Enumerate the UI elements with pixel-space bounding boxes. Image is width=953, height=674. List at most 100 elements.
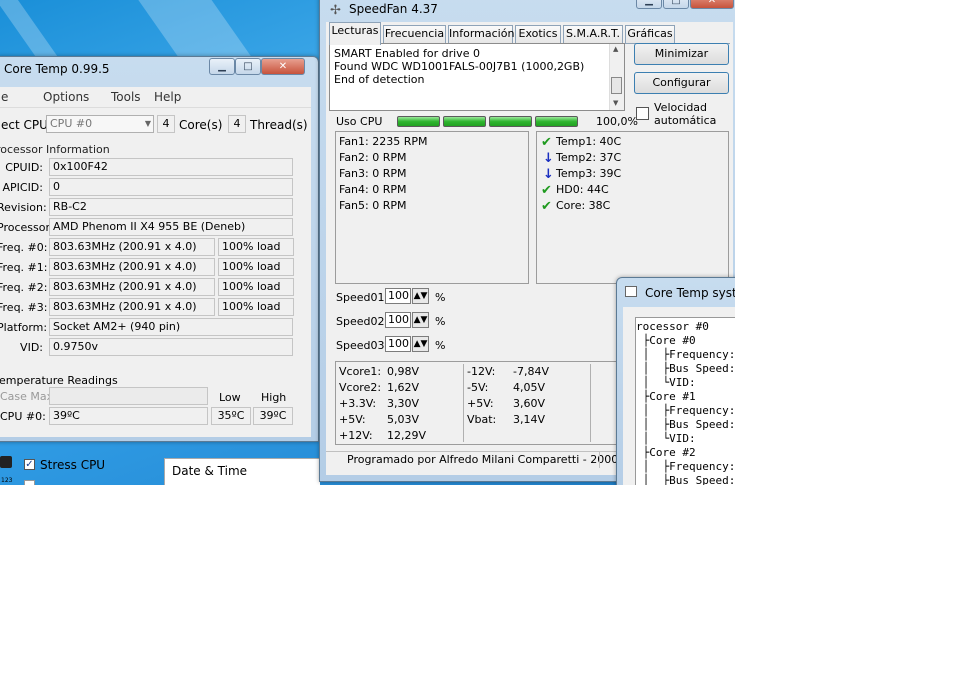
maximize-button[interactable]: □ (663, 0, 689, 9)
log-table: Date & Time (164, 458, 320, 485)
fan-reading: Fan4: 0 RPM (339, 183, 407, 196)
tree-node[interactable]: │ ├Frequency: (636, 348, 736, 361)
coretemp-system-titlebar[interactable]: Core Temp syster (617, 278, 747, 302)
fan-reading: Fan3: 0 RPM (339, 167, 407, 180)
processor-info-value: 803.63MHz (200.91 x 4.0) (49, 298, 215, 316)
tree-node[interactable]: │ ├Bus Speed: (636, 362, 736, 375)
processor-info-value: Socket AM2+ (940 pin) (49, 318, 293, 336)
speed-stepper[interactable]: ▲▼ (412, 312, 429, 328)
processor-info-label: Revision: (0, 201, 47, 214)
coretemp-client: e Options Tools Help ect CPU: CPU #0 ▼ 4… (0, 87, 311, 437)
tree-node[interactable]: │ └VID: (636, 376, 696, 389)
processor-info-value: 803.63MHz (200.91 x 4.0) (49, 278, 215, 296)
cpu-usage-segment (397, 116, 440, 127)
cpu-usage-bar (397, 116, 580, 127)
speed-input[interactable]: 100 (385, 312, 411, 328)
temps-panel: ✔ Temp1: 40C ↓ Temp2: 37C ↓ Temp3: 39C ✔… (536, 131, 729, 284)
minimize-button[interactable]: ▁ (209, 58, 235, 75)
tree-node[interactable]: │ └VID: (636, 432, 696, 445)
tab-exotics[interactable]: Exotics (515, 25, 561, 43)
select-cpu-dropdown[interactable]: CPU #0 ▼ (46, 115, 154, 133)
select-cpu-value: CPU #0 (50, 117, 93, 130)
voltage-value: 5,03V (387, 413, 420, 426)
coretemp-menubar: e Options Tools Help (0, 87, 311, 108)
processor-info-value: 803.63MHz (200.91 x 4.0) (49, 238, 215, 256)
blank-area (0, 485, 953, 674)
coretemp-system-client: rocessor #0 ├Core #0 │ ├Frequency: │ ├Bu… (623, 307, 747, 493)
cpu-usage-segment (535, 116, 578, 127)
chevron-down-icon: ▼ (144, 119, 151, 128)
configure-button[interactable]: Configurar (634, 72, 729, 94)
processor-info-label: Freq. #3: (0, 301, 48, 314)
processor-info-label: APICID: (2, 181, 43, 194)
voltage-value: 3,30V (387, 397, 420, 410)
voltages-divider (463, 364, 464, 442)
temp-reading: Temp2: 37C (556, 151, 622, 164)
tree-node[interactable]: ├Core #0 (636, 334, 696, 347)
case-max-label: Case Max: (0, 390, 57, 403)
minimize-button[interactable]: ▁ (636, 0, 662, 9)
tree-node[interactable]: │ ├Bus Speed: (636, 418, 736, 431)
fan-reading: Fan1: 2235 RPM (339, 135, 428, 148)
voltage-label: +5V: (339, 413, 366, 426)
close-button[interactable]: ✕ (690, 0, 734, 9)
tab-lecturas[interactable]: Lecturas (329, 22, 381, 45)
detection-log[interactable]: SMART Enabled for drive 0 Found WDC WD10… (329, 43, 625, 111)
minimize-to-tray-button[interactable]: Minimizar (634, 43, 729, 65)
scroll-down-icon[interactable]: ▼ (613, 99, 618, 107)
speed-stepper[interactable]: ▲▼ (412, 288, 429, 304)
core-load-value: 100% load (218, 258, 294, 276)
voltage-value: 3,14V (513, 413, 546, 426)
threads-label: Thread(s) (250, 118, 308, 132)
low-label: Low (219, 391, 241, 404)
coretemp-system-window: Core Temp syster rocessor #0 ├Core #0 │ … (616, 277, 748, 494)
speed-stepper[interactable]: ▲▼ (412, 336, 429, 352)
tab-graficas[interactable]: Gráficas (625, 25, 675, 43)
menu-tools[interactable]: Tools (111, 90, 141, 104)
temp-reading: Temp3: 39C (556, 167, 622, 180)
core-load-value: 100% load (218, 278, 294, 296)
processor-info-label: Freq. #1: (0, 261, 48, 274)
maximize-button[interactable]: □ (235, 58, 261, 75)
case-max-value (49, 387, 208, 405)
stress-cpu-label: Stress CPU (40, 458, 106, 472)
voltage-value: 4,05V (513, 381, 546, 394)
menu-help[interactable]: Help (154, 90, 181, 104)
processor-info-label: Platform: (0, 321, 48, 334)
processor-info-value: 803.63MHz (200.91 x 4.0) (49, 258, 215, 276)
tree-node[interactable]: rocessor #0 (636, 320, 709, 333)
temperature-readings-title: emperature Readings (0, 374, 118, 387)
coretemp-system-title: Core Temp syster (645, 286, 748, 300)
tree-node[interactable]: ├Core #1 (636, 390, 696, 403)
tree-node[interactable]: ├Core #2 (636, 446, 696, 459)
close-button[interactable]: ✕ (261, 58, 305, 75)
tab-informacion[interactable]: Información (448, 25, 514, 43)
processor-tree[interactable]: rocessor #0 ├Core #0 │ ├Frequency: │ ├Bu… (635, 317, 746, 488)
speed-unit: % (435, 291, 446, 304)
voltage-value: 3,60V (513, 397, 546, 410)
cpu-usage-value: 100,0% (596, 115, 638, 128)
tab-smart[interactable]: S.M.A.R.T. (563, 25, 623, 43)
tree-node[interactable]: │ ├Frequency: (636, 404, 736, 417)
coretemp-title: Core Temp 0.99.5 (4, 62, 110, 76)
menu-file[interactable]: e (1, 90, 8, 104)
tree-node[interactable]: │ ├Frequency: (636, 460, 736, 473)
speed-input[interactable]: 100 (385, 288, 411, 304)
coretemp-titlebar[interactable]: Core Temp 0.99.5 ▁ □ ✕ (0, 57, 318, 81)
cpu-usage-label: Uso CPU (336, 115, 383, 128)
scroll-up-icon[interactable]: ▲ (613, 45, 618, 53)
log-scrollbar[interactable]: ▲ ▼ (609, 44, 624, 110)
date-time-column-header[interactable]: Date & Time (172, 464, 247, 478)
menu-options[interactable]: Options (43, 90, 89, 104)
cpu0-low-value: 35ºC (211, 407, 251, 425)
cpu0-high-value: 39ºC (253, 407, 293, 425)
voltage-label: Vcore1: (339, 365, 382, 378)
select-cpu-label: ect CPU: (1, 118, 52, 132)
speed-input[interactable]: 100 (385, 336, 411, 352)
log-scroll-thumb[interactable] (611, 77, 622, 94)
processor-info-value: AMD Phenom II X4 955 BE (Deneb) (49, 218, 293, 236)
speed-label: Speed03: (336, 339, 389, 352)
stress-cpu-checkbox[interactable]: ✓ (24, 459, 35, 470)
tab-frecuencia[interactable]: Frecuencia (383, 25, 446, 43)
voltage-label: -12V: (467, 365, 496, 378)
